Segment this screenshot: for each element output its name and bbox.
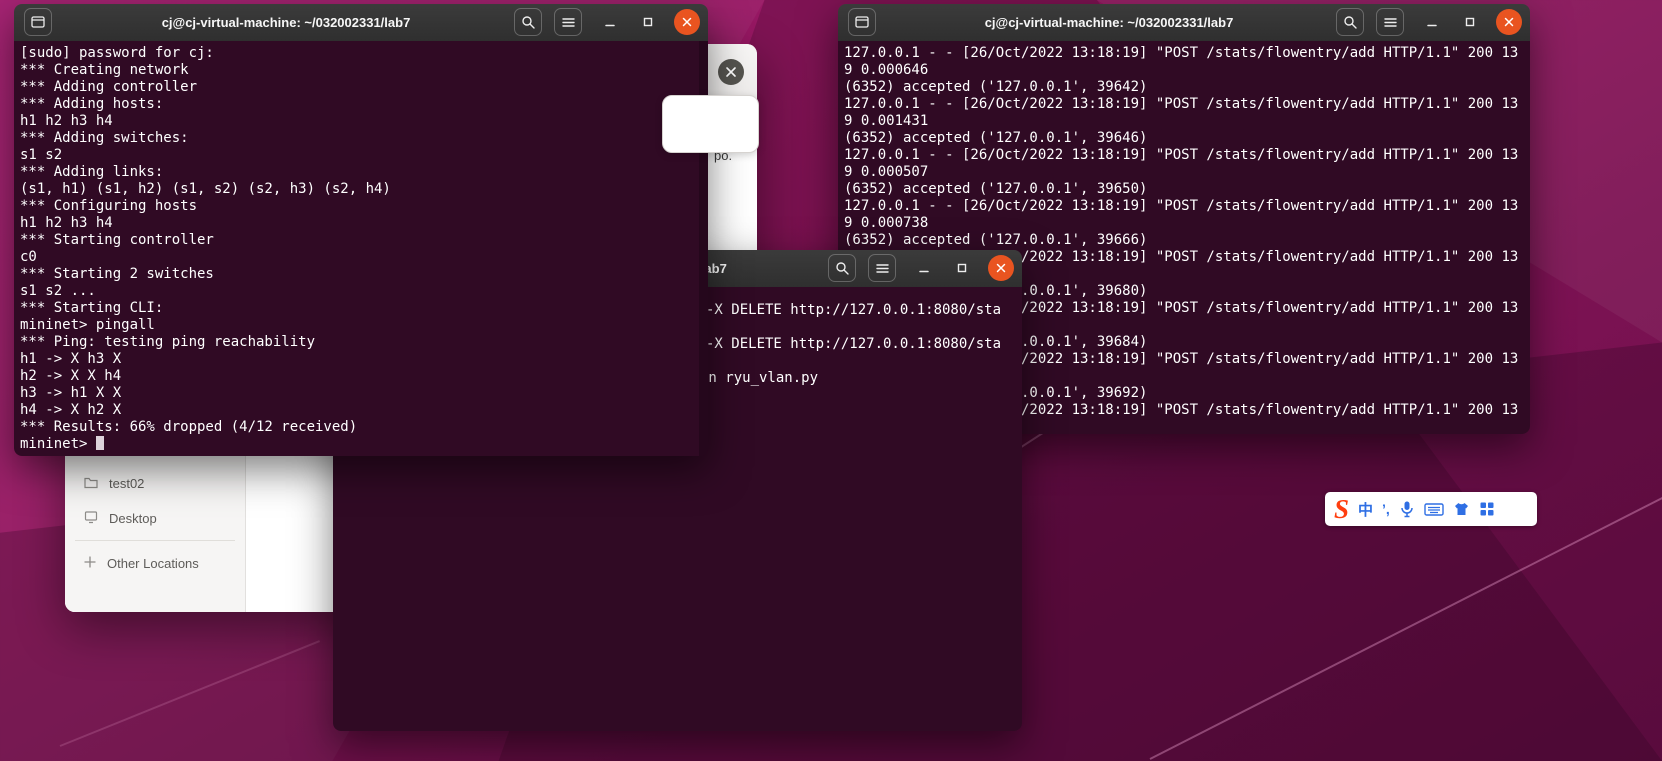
sidebar-item-label: Other Locations xyxy=(107,555,199,571)
terminal-line: *** Configuring hosts xyxy=(20,198,198,214)
close-button[interactable] xyxy=(718,59,744,85)
terminal-output[interactable]: [sudo] password for cj: *** Creating net… xyxy=(14,41,708,456)
terminal-lines: [sudo] password for cj: *** Creating net… xyxy=(20,45,702,453)
terminal-line: 127.0.0.1 - - [26/Oct/2022 13:18:19] "PO… xyxy=(844,198,1519,214)
terminal-line: 9 0.000507 xyxy=(844,164,929,180)
keyboard-icon[interactable] xyxy=(1424,502,1444,517)
close-button[interactable] xyxy=(988,255,1014,281)
sidebar-item-other-locations[interactable]: Other Locations xyxy=(65,545,245,581)
terminal-line: *** Ping: testing ping reachability xyxy=(20,334,316,350)
toolbox-icon[interactable] xyxy=(1479,501,1495,517)
terminal-line: *** Adding links: xyxy=(20,164,164,180)
terminal-line: *** Adding hosts: xyxy=(20,96,164,112)
terminal-line: 9 0.000738 xyxy=(844,215,929,231)
minimize-button[interactable] xyxy=(1418,8,1446,36)
maximize-button[interactable] xyxy=(948,254,976,282)
plus-icon xyxy=(83,555,97,572)
menu-button[interactable] xyxy=(554,8,582,36)
terminal-line-fragment: -X DELETE http://127.0.0.1:8080/sta xyxy=(706,336,1002,352)
window-title: cj@cj-virtual-machine: ~/032002331/lab7 xyxy=(161,15,411,30)
terminal-line: h3 -> h1 X X xyxy=(20,385,130,401)
terminal-line: 9 0.000646 xyxy=(844,62,929,78)
terminal-line: mininet> pingall xyxy=(20,317,155,333)
terminal-window-mininet: cj@cj-virtual-machine: ~/032002331/lab7 … xyxy=(14,4,708,456)
floating-panel[interactable] xyxy=(662,95,759,153)
sogou-logo-icon[interactable]: S xyxy=(1334,494,1349,524)
terminal-line: h1 -> X h3 X xyxy=(20,351,130,367)
terminal-line: h1 h2 h3 h4 xyxy=(20,215,113,231)
terminal-line: (6352) accepted ('127.0.0.1', 39650) xyxy=(844,181,1148,197)
minimize-button[interactable] xyxy=(910,254,938,282)
terminal-line: (6352) accepted ('127.0.0.1', 39642) xyxy=(844,79,1148,95)
terminal-line: [sudo] password for cj: xyxy=(20,45,223,61)
terminal-line: h4 -> X h2 X xyxy=(20,402,130,418)
titlebar[interactable]: cj@cj-virtual-machine: ~/032002331/lab7 xyxy=(838,4,1530,42)
terminal-line: h1 h2 h3 h4 xyxy=(20,113,113,129)
punctuation-icon[interactable]: ’, xyxy=(1382,501,1390,517)
window-icon[interactable] xyxy=(24,8,52,36)
sidebar-item-desktop[interactable]: Desktop xyxy=(65,500,245,536)
terminal-line: *** Creating network xyxy=(20,62,189,78)
chinese-mode-icon[interactable]: 中 xyxy=(1358,499,1373,520)
terminal-line: c0 xyxy=(20,249,37,265)
terminal-line-fragment: on ryu_vlan.py xyxy=(700,370,819,386)
terminal-line: *** Results: 66% dropped (4/12 received) xyxy=(20,419,358,435)
sidebar-divider xyxy=(75,540,235,541)
terminal-line: *** Adding switches: xyxy=(20,130,189,146)
desktop-icon xyxy=(83,509,99,528)
terminal-line: 127.0.0.1 - - [26/Oct/2022 13:18:19] "PO… xyxy=(844,96,1519,112)
terminal-line: *** Adding controller xyxy=(20,79,198,95)
menu-button[interactable] xyxy=(868,254,896,282)
terminal-line: *** Starting CLI: xyxy=(20,300,164,316)
sidebar-item-label: Desktop xyxy=(109,510,157,526)
terminal-line: (s1, h1) (s1, h2) (s1, s2) (s2, h3) (s2,… xyxy=(20,181,391,197)
terminal-cursor xyxy=(95,436,104,450)
skin-icon[interactable] xyxy=(1453,501,1470,517)
window-icon[interactable] xyxy=(848,8,876,36)
terminal-line: (6352) accepted ('127.0.0.1', 39666) xyxy=(844,232,1148,248)
terminal-line: 127.0.0.1 - - [26/Oct/2022 13:18:19] "PO… xyxy=(844,147,1519,163)
terminal-line: s1 s2 ... xyxy=(20,283,96,299)
maximize-button[interactable] xyxy=(1456,8,1484,36)
window-title: cj@cj-virtual-machine: ~/032002331/lab7 xyxy=(984,15,1234,30)
search-button[interactable] xyxy=(514,8,542,36)
terminal-line: mininet> xyxy=(20,436,702,453)
ime-toolbar: S 中 ’, xyxy=(1325,492,1537,526)
minimize-button[interactable] xyxy=(596,8,624,36)
menu-button[interactable] xyxy=(1376,8,1404,36)
titlebar[interactable]: cj@cj-virtual-machine: ~/032002331/lab7 xyxy=(14,4,708,42)
folder-icon xyxy=(83,474,99,493)
terminal-line: 127.0.0.1 - - [26/Oct/2022 13:18:19] "PO… xyxy=(844,45,1519,61)
sidebar-item-label: test02 xyxy=(109,475,145,491)
maximize-button[interactable] xyxy=(634,8,662,36)
terminal-line: s1 s2 xyxy=(20,147,63,163)
terminal-line: (6352) accepted ('127.0.0.1', 39646) xyxy=(844,130,1148,146)
close-button[interactable] xyxy=(1496,9,1522,35)
terminal-line: *** Starting controller xyxy=(20,232,214,248)
close-button[interactable] xyxy=(674,9,700,35)
sidebar-item-test02[interactable]: test02 xyxy=(65,465,245,501)
search-button[interactable] xyxy=(828,254,856,282)
terminal-line: h2 -> X X h4 xyxy=(20,368,130,384)
terminal-line: 9 0.001431 xyxy=(844,113,929,129)
terminal-line: *** Starting 2 switches xyxy=(20,266,214,282)
mic-icon[interactable] xyxy=(1399,500,1415,518)
search-button[interactable] xyxy=(1336,8,1364,36)
terminal-line-fragment: -X DELETE http://127.0.0.1:8080/sta xyxy=(706,302,1002,318)
